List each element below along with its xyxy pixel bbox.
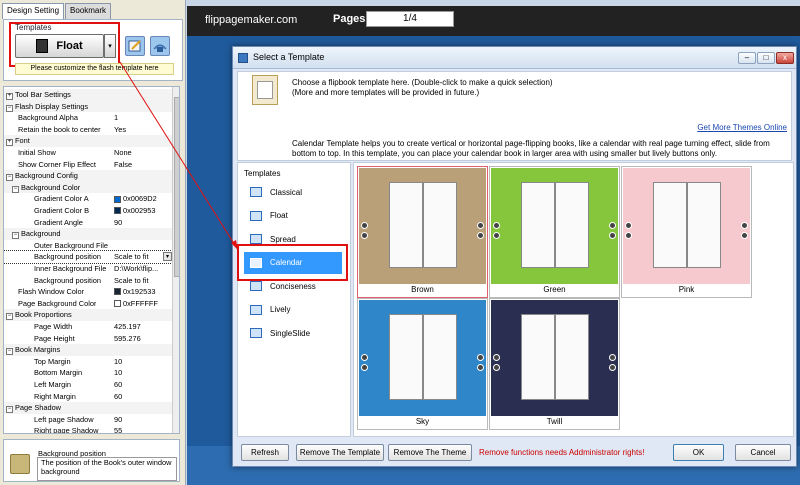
annotation-arrow (119, 61, 239, 251)
